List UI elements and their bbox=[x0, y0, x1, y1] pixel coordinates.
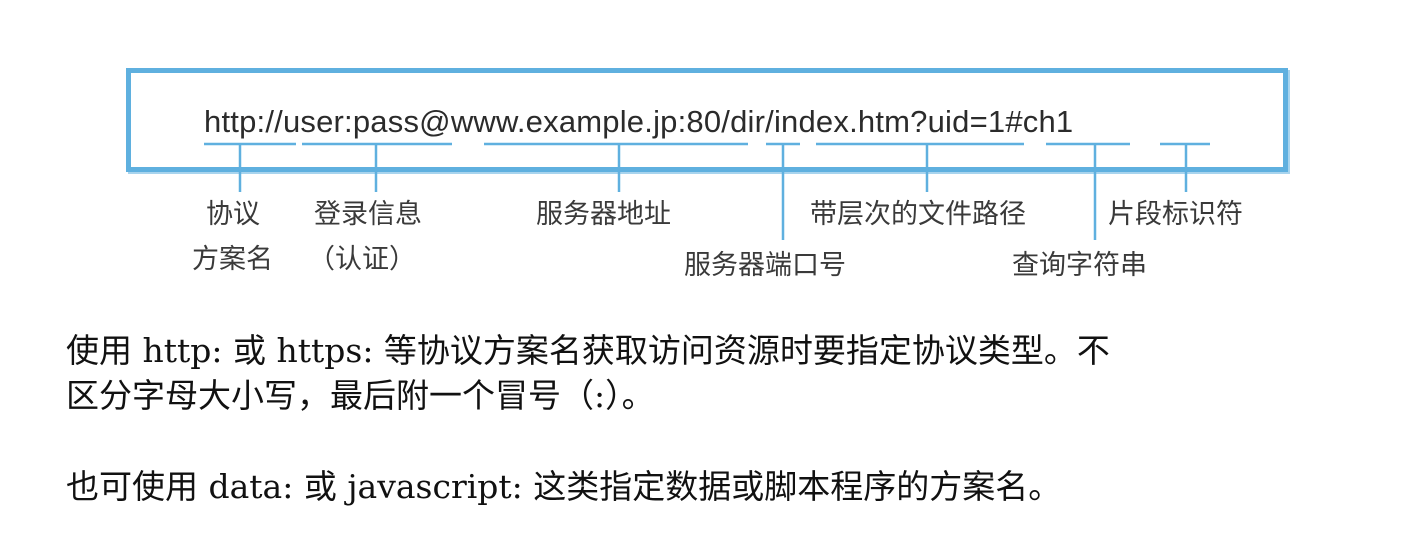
explanation-line-3: 也可使用 data: 或 javascript: 这类指定数据或脚本程序的方案名… bbox=[66, 467, 1062, 506]
label-scheme-2: 方案名 bbox=[192, 244, 273, 275]
url-structure-diagram: http://user:pass@www.example.jp:80/dir/i… bbox=[126, 68, 1288, 290]
label-path: 带层次的文件路径 bbox=[810, 199, 1026, 230]
label-server: 服务器地址 bbox=[536, 199, 671, 230]
label-fragment: 片段标识符 bbox=[1108, 199, 1243, 230]
label-query: 查询字符串 bbox=[1012, 250, 1147, 281]
label-credentials-1: 登录信息 bbox=[314, 199, 422, 230]
label-port: 服务器端口号 bbox=[684, 250, 846, 281]
explanation-line-2: 区分字母大小写，最后附一个冒号（:）。 bbox=[66, 376, 655, 415]
label-scheme-1: 协议 bbox=[206, 199, 260, 230]
label-credentials-2: （认证） bbox=[308, 244, 416, 275]
explanation-line-1: 使用 http: 或 https: 等协议方案名获取访问资源时要指定协议类型。不 bbox=[66, 331, 1110, 370]
